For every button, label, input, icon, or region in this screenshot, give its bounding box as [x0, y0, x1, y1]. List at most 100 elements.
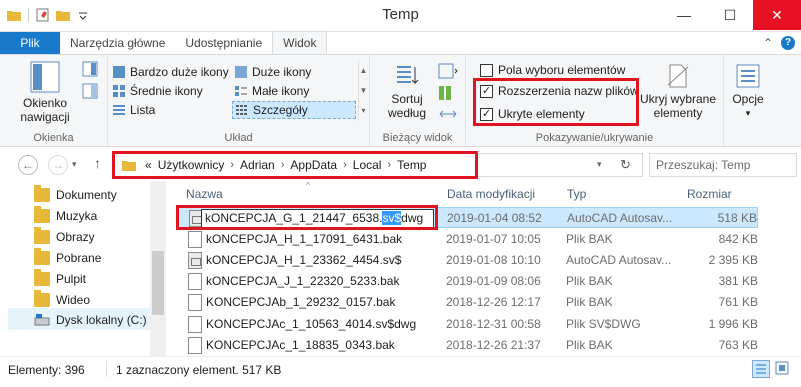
nav-item-videos[interactable]: Wideo — [34, 290, 90, 310]
large-icons-view-icon[interactable] — [774, 360, 792, 378]
file-name: KONCEPCJAc_1_10563_4014.sv$dwg — [206, 317, 417, 331]
nav-item-pictures[interactable]: Obrazy — [34, 227, 95, 247]
tab-share[interactable]: Udostępnianie — [175, 32, 272, 54]
nav-item-label: Pobrane — [56, 251, 102, 265]
tab-file[interactable]: Plik — [0, 32, 60, 54]
group-panes: Okienko nawigacji Okienka — [0, 55, 108, 147]
file-date: 2018-12-26 12:17 — [446, 295, 541, 309]
add-columns-icon[interactable] — [438, 85, 458, 101]
layout-medium-icons[interactable]: Średnie ikony — [112, 82, 203, 100]
table-row[interactable]: kONCEPCJA_J_1_22320_5233.bak 2019-01-09 … — [178, 271, 758, 292]
column-header-name[interactable]: Nazwa — [186, 187, 223, 201]
nav-scrollbar-thumb[interactable] — [152, 251, 164, 315]
table-row[interactable]: kONCEPCJA_H_1_23362_4454.sv$ 2019-01-08 … — [178, 250, 758, 271]
refresh-icon[interactable]: ↻ — [620, 157, 631, 173]
preview-pane-icon[interactable] — [82, 61, 98, 77]
group-panes-label: Okienka — [33, 132, 74, 144]
file-type: Plik BAK — [566, 232, 613, 246]
layout-large-icons[interactable]: Duże ikony — [234, 63, 311, 81]
options-chevron-icon: ▾ — [745, 108, 751, 118]
table-row[interactable]: kONCEPCJA_H_1_17091_6431.bak 2019-01-07 … — [178, 229, 758, 250]
nav-item-music[interactable]: Muzyka — [34, 206, 97, 226]
nav-item-label: Muzyka — [56, 209, 98, 223]
close-button[interactable]: ✕ — [753, 0, 801, 30]
layout-label: Szczegóły — [253, 103, 308, 117]
maximize-button[interactable]: ☐ — [707, 0, 753, 30]
status-divider — [106, 361, 107, 377]
options-button[interactable]: Opcje ▾ — [728, 63, 768, 120]
up-button[interactable]: ↑ — [94, 155, 101, 171]
layout-label: Średnie ikony — [130, 84, 203, 98]
table-row[interactable]: KONCEPCJAb_1_29232_0157.bak 2018-12-26 1… — [178, 292, 758, 313]
nav-scrollbar[interactable] — [150, 181, 166, 356]
layout-label: Bardzo duże ikony — [130, 65, 229, 79]
column-header-date[interactable]: Data modyfikacji — [447, 187, 535, 201]
item-checkboxes-label: Pola wyboru elementów — [498, 63, 626, 77]
file-name: KONCEPCJAc_1_18835_0343.bak — [206, 338, 395, 352]
list-icon — [113, 105, 125, 115]
file-size: 381 KB — [718, 274, 758, 288]
back-button[interactable]: ← — [18, 155, 38, 175]
table-row[interactable]: KONCEPCJAc_1_10563_4014.sv$dwg 2018-12-3… — [178, 314, 758, 335]
tab-home[interactable]: Narzędzia główne — [60, 32, 175, 54]
nav-item-documents[interactable]: Dokumenty — [34, 185, 117, 205]
sort-by-label: Sortuj według — [387, 92, 427, 120]
file-icon — [188, 316, 202, 333]
group-layout-label: Układ — [224, 132, 253, 144]
extra-large-icons-icon — [113, 66, 125, 78]
nav-item-local-disk[interactable]: Dysk lokalny (C:) — [34, 310, 147, 330]
navigation-pane-button[interactable]: Okienko nawigacji — [8, 61, 82, 124]
file-icon — [188, 294, 202, 311]
rename-highlight-annotation — [176, 205, 438, 230]
layout-label: Duże ikony — [252, 65, 312, 79]
file-name: KONCEPCJAb_1_29232_0157.bak — [206, 295, 396, 309]
nav-item-label: Dokumenty — [56, 188, 117, 202]
details-view-icon[interactable] — [752, 360, 770, 378]
minimize-button[interactable]: — — [661, 0, 707, 30]
details-pane-icon[interactable] — [82, 83, 98, 99]
layout-list[interactable]: Lista — [112, 101, 155, 119]
group-current-view: Sortuj według Bieżący widok — [370, 55, 466, 147]
column-header-size[interactable]: Rozmiar — [687, 187, 732, 201]
help-icon[interactable]: ? — [781, 36, 795, 50]
ribbon-tabs: Plik Narzędzia główne Udostępnianie Wido… — [0, 31, 801, 55]
table-row[interactable]: KONCEPCJAc_1_18835_0343.bak 2018-12-26 2… — [178, 335, 758, 356]
group-by-icon[interactable] — [438, 63, 458, 79]
file-type: AutoCAD Autosav... — [567, 211, 673, 225]
search-input[interactable]: Przeszukaj: Temp — [649, 153, 797, 177]
size-columns-icon[interactable] — [438, 107, 458, 121]
layout-scroll[interactable]: ▲ ▼ ▾ — [358, 61, 368, 121]
file-type: AutoCAD Autosav... — [566, 253, 672, 267]
medium-icons-icon — [113, 85, 125, 97]
nav-item-downloads[interactable]: Pobrane — [34, 248, 101, 268]
sort-by-button[interactable]: Sortuj według — [380, 63, 434, 120]
nav-item-label: Wideo — [56, 293, 91, 307]
address-dropdown-icon[interactable]: ▾ — [597, 159, 602, 170]
layout-small-icons[interactable]: Małe ikony — [234, 82, 309, 100]
file-icon — [188, 231, 202, 248]
small-icons-icon — [235, 86, 247, 96]
layout-label: Lista — [130, 103, 156, 117]
file-size: 761 KB — [718, 295, 758, 309]
navigation-pane-icon — [30, 61, 60, 93]
file-type: Plik SV$DWG — [566, 317, 641, 331]
options-icon — [736, 64, 760, 88]
folder-icon — [34, 248, 50, 265]
forward-button[interactable]: → — [48, 155, 68, 175]
nav-item-desktop[interactable]: Pulpit — [34, 269, 86, 289]
layout-extra-large-icons[interactable]: Bardzo duże ikony — [112, 63, 229, 81]
layout-details[interactable]: Szczegóły — [232, 101, 356, 119]
options-label: Opcje — [732, 92, 764, 106]
collapse-ribbon-icon[interactable]: ⌃ — [763, 36, 773, 50]
column-header-type[interactable]: Typ — [567, 187, 586, 201]
item-checkboxes-checkbox[interactable] — [480, 63, 493, 77]
recent-locations-icon[interactable]: ▾ — [72, 159, 77, 170]
tab-view[interactable]: Widok — [272, 31, 328, 54]
group-current-view-label: Bieżący widok — [382, 132, 453, 144]
folder-icon — [34, 227, 50, 244]
hide-selected-button[interactable]: Ukryj wybrane elementy — [638, 63, 718, 120]
item-checkboxes-toggle[interactable]: Pola wyboru elementów — [480, 63, 625, 77]
group-layout: Bardzo duże ikony Duże ikony Średnie iko… — [108, 55, 370, 147]
file-name: kONCEPCJA_H_1_17091_6431.bak — [206, 232, 403, 246]
title-bar: Temp — ☐ ✕ — [0, 0, 801, 32]
